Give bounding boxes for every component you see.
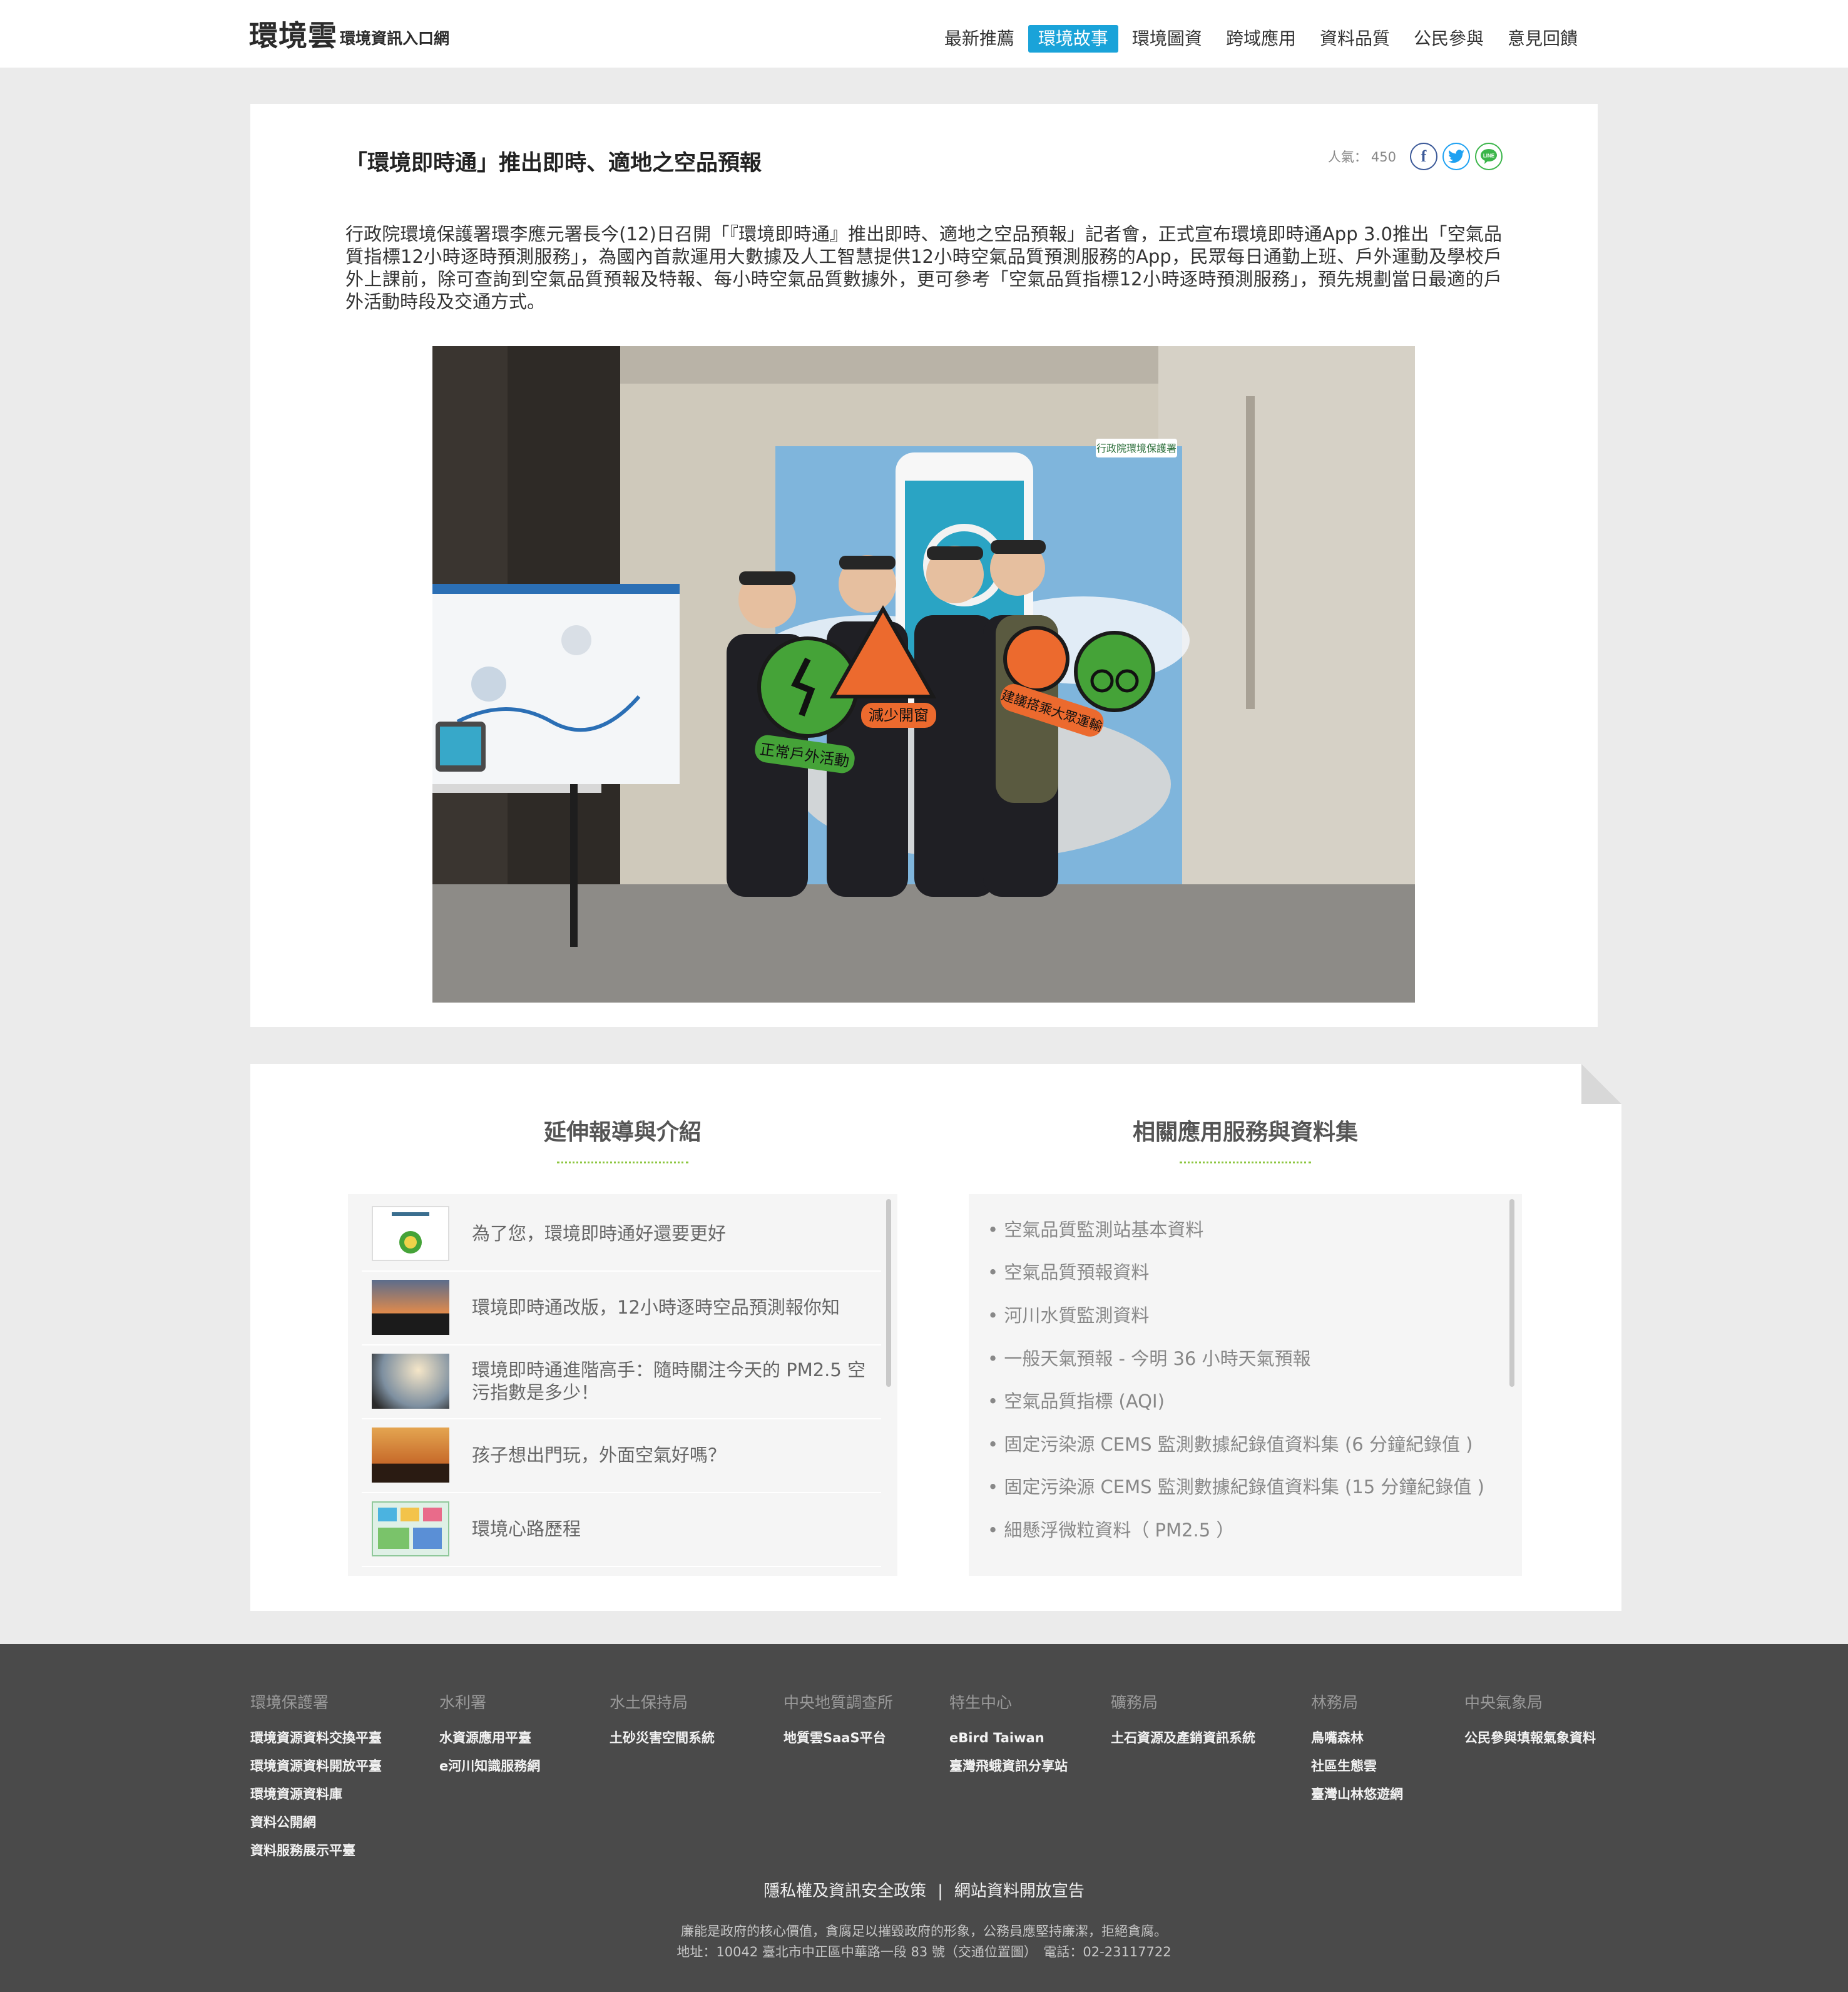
backdrop-banner-text: 行政院環境保護署 bbox=[1096, 442, 1177, 454]
nav-stories[interactable]: 環境故事 bbox=[1028, 25, 1118, 53]
story-thumbnail bbox=[372, 1206, 449, 1261]
integrity-notice: 廉能是政府的核心價值，貪腐足以摧毀政府的形象，公務員應堅持廉潔，拒絕貪腐。 bbox=[681, 1924, 1167, 1939]
related-stories-heading: 延伸報導與介紹 bbox=[348, 1114, 897, 1163]
main-nav: 最新推薦 環境故事 環境圖資 跨域應用 資料品質 公民參與 意見回饋 bbox=[931, 25, 1588, 53]
twitter-share-icon[interactable] bbox=[1442, 143, 1470, 170]
footer-column-weather: 中央氣象局 公民參與填報氣象資料 bbox=[1464, 1690, 1596, 1752]
logo-main-text: 環境雲 bbox=[249, 19, 337, 53]
footer-link[interactable]: 環境資源資料交換平臺 bbox=[250, 1724, 382, 1752]
footer-column-heading: 特生中心 bbox=[949, 1693, 1013, 1712]
nav-maps[interactable]: 環境圖資 bbox=[1122, 25, 1212, 53]
story-thumbnail bbox=[372, 1354, 449, 1409]
related-datasets-heading: 相關應用服務與資料集 bbox=[969, 1114, 1522, 1163]
article-body: 行政院環境保護署環李應元署長今(12)日召開「『環境即時通』推出即時、適地之空品… bbox=[345, 223, 1502, 312]
footer-column-heading: 水利署 bbox=[439, 1693, 487, 1712]
footer-link[interactable]: 環境資源資料開放平臺 bbox=[250, 1752, 382, 1780]
logo-sub-text: 環境資訊入口網 bbox=[340, 29, 450, 48]
share-bar: 人氣： 450 f LINE bbox=[1328, 143, 1503, 170]
press-conference-photo: 行政院環境保護署 正常戶外活動 減少開窗 建議搭乘大眾運輸 bbox=[432, 346, 1415, 1003]
footer-column-mining: 礦務局 土石資源及產銷資訊系統 bbox=[1111, 1690, 1255, 1752]
footer-column-heading: 中央氣象局 bbox=[1464, 1693, 1543, 1712]
related-stories-list[interactable]: 為了您，環境即時通好還要更好 環境即時通改版，12小時逐時空品預測報你知 環境即… bbox=[348, 1194, 897, 1576]
top-navigation-bar: 環境雲 環境資訊入口網 最新推薦 環境故事 環境圖資 跨域應用 資料品質 公民參… bbox=[0, 0, 1848, 68]
article-title: 「環境即時通」推出即時、適地之空品預報 bbox=[345, 151, 762, 176]
footer-link[interactable]: 土砂災害空間系統 bbox=[610, 1724, 715, 1752]
footer-separator: | bbox=[937, 1882, 943, 1901]
list-item[interactable]: 環境即時通改版，12小時逐時空品預測報你知 bbox=[362, 1270, 881, 1346]
footer-link[interactable]: 公民參與填報氣象資料 bbox=[1464, 1724, 1596, 1752]
popularity-count: 人氣： 450 bbox=[1327, 150, 1396, 165]
site-footer: 環境保護署 環境資源資料交換平臺 環境資源資料開放平臺 環境資源資料庫 資料公開… bbox=[0, 1644, 1848, 1992]
svg-text:LINE: LINE bbox=[1483, 153, 1495, 159]
story-title: 環境即時通改版，12小時逐時空品預測報你知 bbox=[472, 1297, 840, 1318]
dataset-link[interactable]: • 空氣品質指標 (AQI) bbox=[988, 1387, 1165, 1413]
dataset-link[interactable]: • 一般天氣預報 - 今明 36 小時天氣預報 bbox=[988, 1344, 1311, 1371]
story-thumbnail bbox=[372, 1280, 449, 1335]
footer-link[interactable]: 社區生態雲 bbox=[1311, 1752, 1403, 1780]
nav-data-quality[interactable]: 資料品質 bbox=[1310, 25, 1400, 53]
facebook-share-icon[interactable]: f bbox=[1410, 143, 1437, 170]
privacy-policy-link[interactable]: 隱私權及資訊安全政策 bbox=[763, 1882, 926, 1901]
footer-column-heading: 林務局 bbox=[1311, 1693, 1359, 1712]
footer-column-heading: 環境保護署 bbox=[250, 1693, 329, 1712]
list-item[interactable]: 為了您，環境即時通好還要更好 bbox=[362, 1197, 881, 1272]
footer-policy-links: 隱私權及資訊安全政策 | 網站資料開放宣告 bbox=[0, 1878, 1848, 1901]
nav-latest[interactable]: 最新推薦 bbox=[934, 25, 1024, 53]
article-card: 「環境即時通」推出即時、適地之空品預報 人氣： 450 f LINE 行政院環境保… bbox=[250, 104, 1598, 1027]
list-item[interactable]: 環境即時通進階高手：隨時關注今天的 PM2.5 空污指數是多少！ bbox=[362, 1344, 881, 1419]
footer-link[interactable]: 地質雲SaaS平台 bbox=[784, 1724, 893, 1752]
dataset-link[interactable]: • 空氣品質預報資料 bbox=[988, 1258, 1149, 1284]
story-thumbnail bbox=[372, 1501, 449, 1556]
footer-link[interactable]: 水資源應用平臺 bbox=[439, 1724, 540, 1752]
footer-column-water: 水利署 水資源應用平臺 e河川知識服務網 bbox=[439, 1690, 540, 1780]
datasets-scrollbar[interactable] bbox=[1509, 1199, 1514, 1387]
footer-column-geology: 中央地質調查所 地質雲SaaS平台 bbox=[784, 1690, 893, 1752]
footer-link[interactable]: 臺灣飛蛾資訊分享站 bbox=[949, 1752, 1068, 1780]
footer-column-forestry: 林務局 鳥嘴森林 社區生態雲 臺灣山林悠遊網 bbox=[1311, 1690, 1403, 1809]
dataset-link[interactable]: • 細懸浮微粒資料（ PM2.5 ） bbox=[988, 1516, 1234, 1542]
address-line: 地址：10042 臺北市中正區中華路一段 83 號（交通位置圖） 電話：02-2… bbox=[676, 1944, 1172, 1959]
footer-link[interactable]: 鳥嘴森林 bbox=[1311, 1724, 1403, 1752]
related-datasets-list[interactable]: • 空氣品質監測站基本資料 • 空氣品質預報資料 • 河川水質監測資料 • 一般… bbox=[969, 1194, 1522, 1576]
footer-column-epa: 環境保護署 環境資源資料交換平臺 環境資源資料開放平臺 環境資源資料庫 資料公開… bbox=[250, 1690, 382, 1865]
footer-column-biodiversity: 特生中心 eBird Taiwan 臺灣飛蛾資訊分享站 bbox=[949, 1690, 1068, 1780]
dataset-link[interactable]: • 固定污染源 CEMS 監測數據紀錄值資料集 (15 分鐘紀錄值 ) bbox=[988, 1473, 1484, 1499]
site-logo[interactable]: 環境雲 環境資訊入口網 bbox=[249, 21, 449, 50]
story-title: 孩子想出門玩，外面空氣好嗎？ bbox=[472, 1444, 727, 1466]
footer-link[interactable]: 土石資源及產銷資訊系統 bbox=[1111, 1724, 1255, 1752]
stories-scrollbar[interactable] bbox=[886, 1199, 891, 1387]
story-title: 環境即時通進階高手：隨時關注今天的 PM2.5 空污指數是多少！ bbox=[472, 1359, 866, 1403]
dataset-link[interactable]: • 固定污染源 CEMS 監測數據紀錄值資料集 (6 分鐘紀錄值 ) bbox=[988, 1430, 1473, 1456]
list-item[interactable]: 孩子想出門玩，外面空氣好嗎？ bbox=[362, 1418, 881, 1493]
footer-column-soil: 水土保持局 土砂災害空間系統 bbox=[610, 1690, 715, 1752]
footer-column-heading: 水土保持局 bbox=[610, 1693, 688, 1712]
nav-civic[interactable]: 公民參與 bbox=[1404, 25, 1494, 53]
nav-feedback[interactable]: 意見回饋 bbox=[1498, 25, 1588, 53]
story-thumbnail bbox=[372, 1428, 449, 1483]
nav-cross-domain[interactable]: 跨域應用 bbox=[1216, 25, 1306, 53]
footer-link[interactable]: 環境資源資料庫 bbox=[250, 1780, 382, 1809]
dataset-link[interactable]: • 河川水質監測資料 bbox=[988, 1301, 1149, 1327]
footer-link[interactable]: e河川知識服務網 bbox=[439, 1752, 540, 1780]
footer-notice: 廉能是政府的核心價值，貪腐足以摧毀政府的形象，公務員應堅持廉潔，拒絕貪腐。 地址… bbox=[0, 1921, 1848, 1963]
footer-link[interactable]: 臺灣山林悠遊網 bbox=[1311, 1780, 1403, 1809]
list-item[interactable]: 環境心路歷程 bbox=[362, 1492, 881, 1567]
open-data-link[interactable]: 網站資料開放宣告 bbox=[954, 1882, 1085, 1901]
footer-column-heading: 礦務局 bbox=[1111, 1693, 1158, 1712]
dataset-link[interactable]: • 空氣品質監測站基本資料 bbox=[988, 1215, 1203, 1242]
story-title: 環境心路歷程 bbox=[472, 1518, 581, 1540]
footer-column-heading: 中央地質調查所 bbox=[784, 1693, 894, 1712]
story-title: 為了您，環境即時通好還要更好 bbox=[472, 1223, 727, 1244]
footer-link[interactable]: 資料公開網 bbox=[250, 1809, 382, 1837]
footer-link[interactable]: 資料服務展示平臺 bbox=[250, 1837, 382, 1865]
related-card: 延伸報導與介紹 相關應用服務與資料集 為了您，環境即時通好還要更好 環境即時通改… bbox=[250, 1064, 1621, 1611]
line-share-icon[interactable]: LINE bbox=[1475, 143, 1503, 170]
footer-link[interactable]: eBird Taiwan bbox=[949, 1724, 1068, 1752]
sign-reduce-windows: 減少開窗 bbox=[869, 707, 929, 724]
